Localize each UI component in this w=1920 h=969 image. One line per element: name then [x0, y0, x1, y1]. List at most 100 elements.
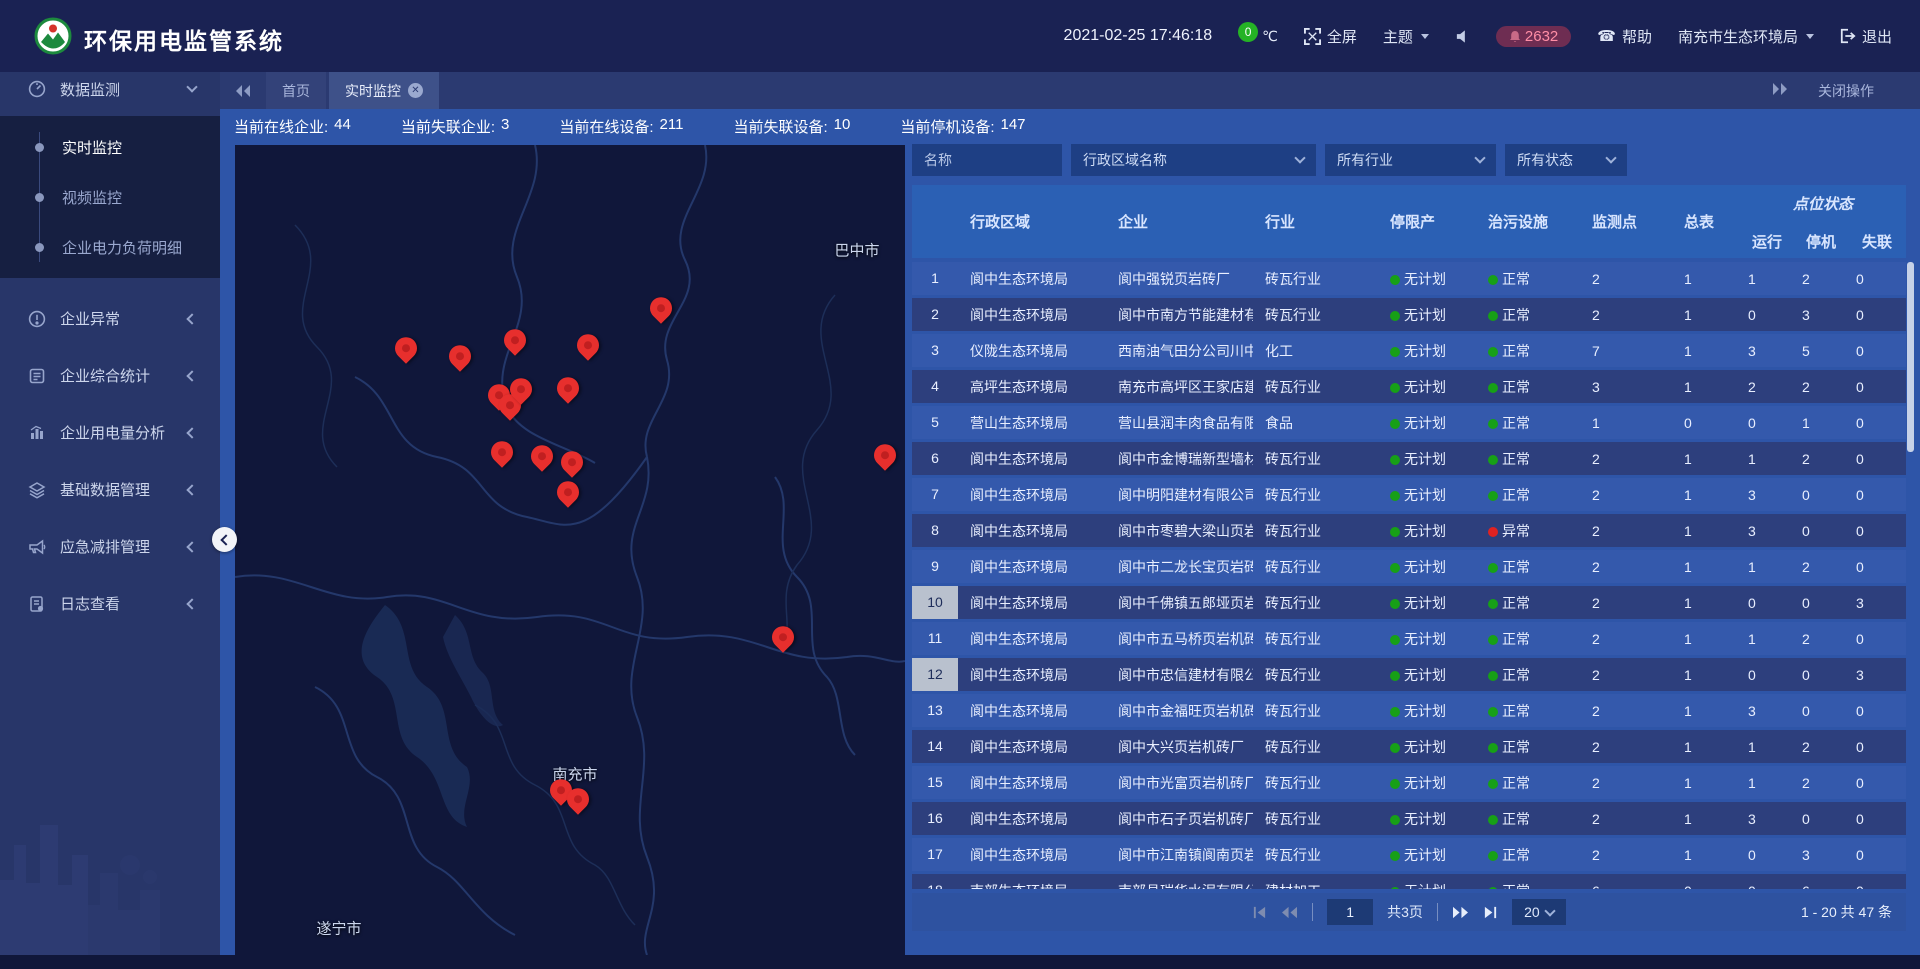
table-row[interactable]: 12 阆中生态环境局 阆中市忠信建材有限公 砖瓦行业 无计划 正常 2 1 0 … — [912, 658, 1906, 691]
close-icon[interactable]: ✕ — [408, 83, 423, 98]
table-row[interactable]: 11 阆中生态环境局 阆中市五马桥页岩机砖 砖瓦行业 无计划 正常 2 1 1 … — [912, 622, 1906, 655]
sidebar-item-base-data[interactable]: 基础数据管理 — [0, 461, 220, 518]
cell-meter: 1 — [1672, 847, 1740, 863]
org-dropdown[interactable]: 南充市生态环境局 — [1678, 26, 1814, 47]
table-row[interactable]: 6 阆中生态环境局 阆中市金博瑞新型墙材 砖瓦行业 无计划 正常 2 1 1 2… — [912, 442, 1906, 475]
sidebar-submenu-item[interactable]: 实时监控 — [0, 122, 220, 172]
report-icon — [28, 367, 46, 385]
status-dot — [1390, 419, 1400, 429]
cell-lost: 3 — [1848, 595, 1906, 611]
alarm-count-badge[interactable]: 2632 — [1496, 26, 1571, 47]
chevron-left-icon — [186, 598, 197, 609]
name-search-input[interactable] — [924, 152, 1050, 168]
table-row[interactable]: 5 营山生态环境局 营山县润丰肉食品有限 食品 无计划 正常 1 0 0 1 0 — [912, 406, 1906, 439]
table-row[interactable]: 7 阆中生态环境局 阆中明阳建材有限公司 砖瓦行业 无计划 正常 2 1 3 0… — [912, 478, 1906, 511]
prev-page-button[interactable] — [1281, 905, 1298, 920]
status-dot — [1390, 527, 1400, 537]
cell-run: 0 — [1740, 415, 1794, 431]
industry-select[interactable]: 所有行业 — [1325, 144, 1496, 176]
tab-home[interactable]: 首页 — [266, 72, 326, 109]
layers-icon — [28, 481, 46, 499]
status-dot — [1488, 815, 1498, 825]
cell-meter: 0 — [1672, 415, 1740, 431]
page-number-input[interactable]: 1 — [1327, 899, 1373, 925]
table-row[interactable]: 9 阆中生态环境局 阆中市二龙长宝页岩砖 砖瓦行业 无计划 正常 2 1 1 2… — [912, 550, 1906, 583]
status-dot — [1390, 671, 1400, 681]
cell-facility: 正常 — [1476, 413, 1580, 433]
help-button[interactable]: ☎ 帮助 — [1597, 26, 1652, 47]
sidebar-item-enterprise-statistics[interactable]: 企业综合统计 — [0, 347, 220, 404]
cell-region: 阆中生态环境局 — [958, 737, 1106, 757]
next-page-button[interactable] — [1452, 905, 1469, 920]
cell-industry: 砖瓦行业 — [1253, 845, 1378, 865]
cell-facility: 正常 — [1476, 665, 1580, 685]
cell-limit: 无计划 — [1378, 881, 1476, 890]
datetime: 2021-02-25 17:46:18 — [1064, 27, 1213, 45]
table-row[interactable]: 16 阆中生态环境局 阆中市石子页岩机砖厂 砖瓦行业 无计划 正常 2 1 3 … — [912, 802, 1906, 835]
col-stop: 停机 — [1794, 231, 1848, 252]
cell-facility: 正常 — [1476, 305, 1580, 325]
table-row[interactable]: 8 阆中生态环境局 阆中市枣碧大梁山页岩 砖瓦行业 无计划 异常 2 1 3 0… — [912, 514, 1906, 547]
status-dot — [1488, 347, 1498, 357]
cell-monitor: 2 — [1580, 487, 1672, 503]
status-dot — [1390, 311, 1400, 321]
name-search-field[interactable] — [912, 144, 1062, 176]
table-row[interactable]: 3 仪陇生态环境局 西南油气田分公司川中 化工 无计划 正常 7 1 3 5 0 — [912, 334, 1906, 367]
tab-realtime-monitor[interactable]: 实时监控 ✕ — [329, 72, 439, 109]
table-row[interactable]: 14 阆中生态环境局 阆中大兴页岩机砖厂 砖瓦行业 无计划 正常 2 1 1 2… — [912, 730, 1906, 763]
table-row[interactable]: 1 阆中生态环境局 阆中强锐页岩砖厂 砖瓦行业 无计划 正常 2 1 1 2 0 — [912, 262, 1906, 295]
cell-stop: 0 — [1794, 703, 1848, 719]
sidebar-item-log-view[interactable]: 日志查看 — [0, 575, 220, 632]
cell-meter: 1 — [1672, 595, 1740, 611]
status-dot — [1390, 743, 1400, 753]
map-city-label: 遂宁市 — [316, 918, 361, 939]
sidebar-collapse-handle[interactable] — [212, 527, 237, 552]
sidebar-item-power-analysis[interactable]: 企业用电量分析 — [0, 404, 220, 461]
cell-limit: 无计划 — [1378, 629, 1476, 649]
table-row[interactable]: 10 阆中生态环境局 阆中千佛镇五郎垭页岩 砖瓦行业 无计划 正常 2 1 0 … — [912, 586, 1906, 619]
cell-industry: 砖瓦行业 — [1253, 593, 1378, 613]
table-row[interactable]: 15 阆中生态环境局 阆中市光富页岩机砖厂 砖瓦行业 无计划 正常 2 1 1 … — [912, 766, 1906, 799]
fullscreen-button[interactable]: 全屏 — [1304, 26, 1357, 47]
sidebar: 数据监测 实时监控 视频监控 企业电力负荷明细 企业异常 — [0, 72, 220, 955]
cell-industry: 砖瓦行业 — [1253, 485, 1378, 505]
region-select[interactable]: 行政区域名称 — [1071, 144, 1316, 176]
table-row[interactable]: 17 阆中生态环境局 阆中市江南镇阆南页岩 砖瓦行业 无计划 正常 2 1 0 … — [912, 838, 1906, 871]
table-scrollbar[interactable] — [1907, 262, 1914, 452]
table-row[interactable]: 2 阆中生态环境局 阆中市南方节能建材有 砖瓦行业 无计划 正常 2 1 0 3… — [912, 298, 1906, 331]
cell-industry: 食品 — [1253, 413, 1378, 433]
cell-index: 14 — [912, 730, 958, 763]
cell-meter: 1 — [1672, 631, 1740, 647]
logout-button[interactable]: 退出 — [1840, 26, 1892, 47]
map-view[interactable]: 巴中市 南充市 遂宁市 — [235, 145, 905, 955]
page-size-select[interactable]: 20 — [1512, 899, 1566, 925]
theme-dropdown[interactable]: 主题 — [1383, 26, 1429, 47]
tabs-scroll-left-button[interactable] — [220, 84, 266, 98]
tabs-scroll-right-button[interactable] — [1772, 82, 1788, 99]
sidebar-item-enterprise-abnormal[interactable]: 企业异常 — [0, 290, 220, 347]
chevron-down-icon — [1421, 34, 1429, 39]
first-page-button[interactable] — [1252, 905, 1267, 920]
table-row[interactable]: 4 高坪生态环境局 南充市高坪区王家店建 砖瓦行业 无计划 正常 3 1 2 2… — [912, 370, 1906, 403]
cell-index: 11 — [912, 622, 958, 655]
status-dot — [1488, 851, 1498, 861]
page-title: 环保用电监管系统 — [84, 22, 284, 56]
cell-monitor: 2 — [1580, 739, 1672, 755]
sidebar-submenu-item[interactable]: 视频监控 — [0, 172, 220, 222]
sidebar-submenu-item[interactable]: 企业电力负荷明细 — [0, 222, 220, 272]
gauge-icon — [28, 80, 46, 98]
table-row[interactable]: 18 南部生态环境局 南部县瑞华水泥有限公 建材加工 无计划 正常 6 0 0 … — [912, 874, 1906, 889]
status-select[interactable]: 所有状态 — [1505, 144, 1627, 176]
mute-button[interactable] — [1455, 29, 1470, 44]
sidebar-item-emergency-reduction[interactable]: 应急减排管理 — [0, 518, 220, 575]
table-row[interactable]: 13 阆中生态环境局 阆中市金福旺页岩机砖 砖瓦行业 无计划 正常 2 1 3 … — [912, 694, 1906, 727]
status-dot — [1390, 275, 1400, 285]
status-dot — [1488, 275, 1498, 285]
cell-meter: 1 — [1672, 451, 1740, 467]
cell-company: 阆中市金博瑞新型墙材 — [1106, 449, 1253, 469]
cell-lost: 0 — [1848, 451, 1906, 467]
sidebar-group-data-monitor[interactable]: 数据监测 — [0, 72, 220, 106]
cell-company: 阆中千佛镇五郎垭页岩 — [1106, 593, 1253, 613]
close-operations-dropdown[interactable]: 关闭操作 — [1818, 81, 1874, 101]
last-page-button[interactable] — [1483, 905, 1498, 920]
